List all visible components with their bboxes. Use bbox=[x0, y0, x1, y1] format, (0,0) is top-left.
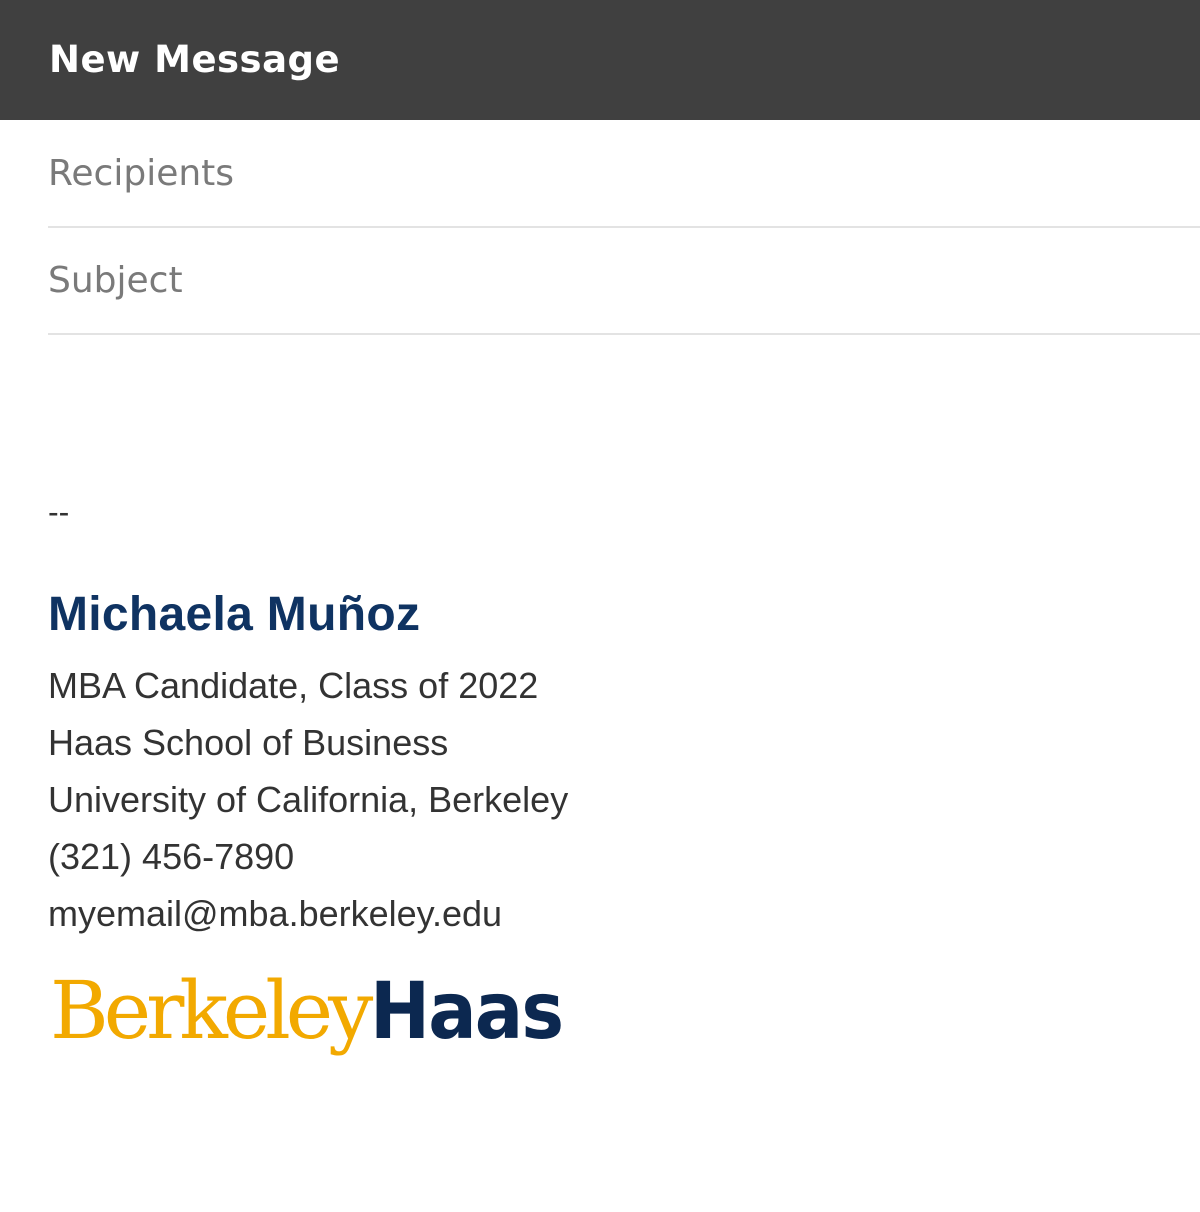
logo-haas-text: Haas bbox=[370, 967, 564, 1057]
signature-separator: -- bbox=[48, 494, 70, 530]
compose-title-bar: New Message bbox=[0, 0, 1200, 120]
signature-phone: (321) 456-7890 bbox=[48, 836, 295, 877]
recipients-row bbox=[48, 120, 1200, 228]
logo-berkeley-text: Berkeley bbox=[50, 964, 373, 1057]
subject-row bbox=[48, 228, 1200, 335]
signature-title: MBA Candidate, Class of 2022 bbox=[48, 665, 539, 706]
compose-title: New Message bbox=[49, 38, 341, 81]
berkeley-haas-logo: BerkeleyHaas bbox=[50, 964, 579, 1084]
subject-input[interactable] bbox=[48, 228, 1200, 333]
signature-school: Haas School of Business bbox=[48, 722, 449, 763]
message-body[interactable]: -- Michaela Muñoz MBA Candidate, Class o… bbox=[0, 336, 1200, 1212]
signature-university: University of California, Berkeley bbox=[48, 779, 569, 820]
recipients-input[interactable] bbox=[48, 120, 1200, 226]
signature-name: Michaela Muñoz bbox=[48, 588, 421, 641]
signature-email: myemail@mba.berkeley.edu bbox=[48, 893, 503, 934]
